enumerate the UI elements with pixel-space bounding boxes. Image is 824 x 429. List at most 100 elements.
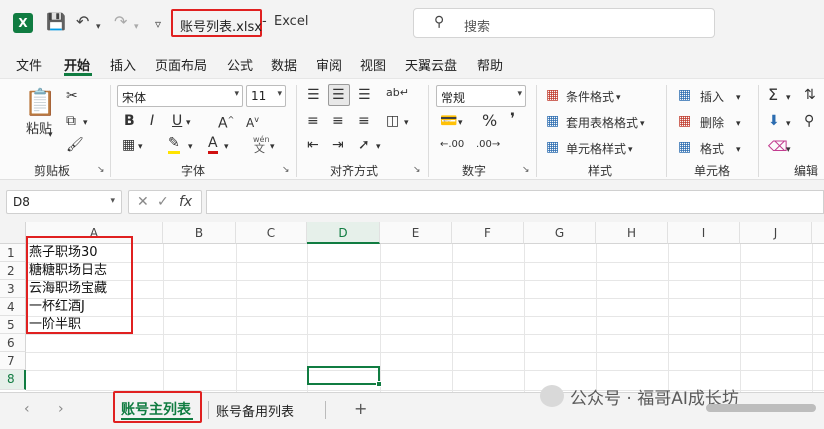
tab-file[interactable]: 文件 [16, 55, 42, 74]
italic-icon[interactable]: I [150, 113, 154, 129]
prev-sheet-icon[interactable]: ‹ [24, 401, 30, 417]
alignment-launcher-icon[interactable]: ↘ [413, 165, 421, 175]
tab-review[interactable]: 审阅 [316, 55, 342, 74]
cell-styles-button[interactable]: 单元格样式 [566, 141, 626, 157]
customize-toolbar-icon[interactable]: ▿ [155, 14, 161, 34]
undo-icon[interactable]: ↶ [76, 12, 89, 32]
conditional-format-icon[interactable]: ▦ [546, 87, 559, 103]
search-box[interactable]: ⚲ 搜索 [413, 8, 715, 38]
formula-input[interactable] [206, 190, 824, 214]
table-format-button[interactable]: 套用表格格式 [566, 115, 638, 131]
format-cells-icon[interactable]: ▦ [678, 139, 691, 155]
cut-icon[interactable]: ✂ [66, 88, 78, 104]
insert-cells-button[interactable]: 插入 [700, 89, 724, 105]
insert-function-icon[interactable]: fx [179, 194, 192, 210]
delete-cells-icon[interactable]: ▦ [678, 113, 691, 129]
sort-filter-icon[interactable]: ⇅ [804, 87, 816, 103]
align-top-icon[interactable]: ☰ [307, 87, 320, 103]
percent-style-icon[interactable]: % [482, 113, 497, 129]
cancel-icon[interactable]: ✕ [137, 194, 149, 210]
redo-dropdown-icon[interactable]: ▾ [134, 17, 139, 37]
clipboard-launcher-icon[interactable]: ↘ [97, 165, 105, 175]
decrease-font-icon[interactable]: Av [246, 112, 259, 131]
select-all-corner[interactable] [0, 222, 26, 244]
font-launcher-icon[interactable]: ↘ [282, 165, 290, 175]
horizontal-scrollbar[interactable] [706, 404, 816, 412]
paste-dropdown-icon[interactable]: ▾ [48, 127, 53, 143]
font-size-select[interactable]: 11 ▾ [246, 85, 286, 107]
tab-home[interactable]: 开始 [64, 55, 90, 74]
column-header-d[interactable]: D [307, 222, 380, 244]
font-color-dropdown-icon[interactable]: ▾ [224, 139, 229, 155]
underline-dropdown-icon[interactable]: ▾ [186, 115, 191, 131]
clear-dropdown-icon[interactable]: ▾ [786, 142, 791, 158]
merge-center-icon[interactable]: ◫ [386, 113, 399, 129]
copy-dropdown-icon[interactable]: ▾ [83, 115, 88, 131]
align-center-icon[interactable]: ≡ [332, 113, 344, 129]
row-header-3[interactable]: 3 [0, 280, 26, 298]
align-middle-icon[interactable]: ☰ [332, 87, 345, 103]
paste-icon[interactable]: 📋 [24, 89, 56, 117]
row-header-5[interactable]: 5 [0, 316, 26, 334]
column-header-k[interactable] [812, 222, 824, 244]
align-bottom-icon[interactable]: ☰ [358, 87, 371, 103]
column-header-b[interactable]: B [163, 222, 236, 244]
align-right-icon[interactable]: ≡ [358, 113, 370, 129]
chevron-down-icon[interactable]: ▾ [628, 142, 633, 158]
increase-font-icon[interactable]: A^ [218, 112, 234, 132]
increase-decimal-icon[interactable]: ←.00 [440, 137, 464, 153]
insert-cells-icon[interactable]: ▦ [678, 87, 691, 103]
format-cells-button[interactable]: 格式 [700, 141, 724, 157]
enter-icon[interactable]: ✓ [157, 194, 169, 210]
save-icon[interactable]: 💾 [46, 12, 66, 32]
underline-icon[interactable]: U [172, 113, 182, 129]
selected-cell-d8[interactable] [307, 366, 382, 387]
merge-dropdown-icon[interactable]: ▾ [404, 115, 409, 131]
add-sheet-button[interactable]: + [354, 399, 367, 418]
name-box[interactable]: D8 ▾ [6, 190, 122, 214]
next-sheet-icon[interactable]: › [58, 401, 64, 417]
chevron-down-icon[interactable]: ▾ [640, 116, 645, 132]
find-select-icon[interactable]: ⚲ [804, 113, 814, 129]
borders-icon[interactable]: ▦ [122, 137, 135, 153]
copy-icon[interactable]: ⧉ [66, 113, 76, 129]
borders-dropdown-icon[interactable]: ▾ [138, 139, 143, 155]
sheet-tab-main[interactable]: 账号主列表 [121, 399, 191, 419]
table-format-icon[interactable]: ▦ [546, 113, 559, 129]
number-format-select[interactable]: 常规 ▾ [436, 85, 526, 107]
chevron-down-icon[interactable]: ▾ [736, 142, 741, 158]
redo-icon[interactable]: ↷ [114, 12, 127, 32]
cell-styles-icon[interactable]: ▦ [546, 139, 559, 155]
chevron-down-icon[interactable]: ▾ [736, 116, 741, 132]
fill-color-icon[interactable]: ✎ [168, 135, 180, 154]
wrap-text-icon[interactable]: ab↵ [386, 85, 409, 101]
phonetic-guide-char[interactable]: 文 [254, 141, 265, 157]
column-header-e[interactable]: E [380, 222, 452, 244]
chevron-down-icon[interactable]: ▾ [616, 90, 621, 106]
font-color-icon[interactable]: A [208, 135, 218, 154]
sheet-tab-backup[interactable]: 账号备用列表 [216, 401, 294, 420]
tab-tianyi-cloud[interactable]: 天翼云盘 [405, 55, 457, 74]
row-header-8[interactable]: 8 [0, 370, 26, 390]
row-header-4[interactable]: 4 [0, 298, 26, 316]
tab-insert[interactable]: 插入 [110, 55, 136, 74]
align-left-icon[interactable]: ≡ [307, 113, 319, 129]
chevron-down-icon[interactable]: ▾ [736, 90, 741, 106]
number-launcher-icon[interactable]: ↘ [522, 165, 530, 175]
column-header-h[interactable]: H [596, 222, 668, 244]
comma-style-icon[interactable]: ❜ [510, 111, 515, 127]
bold-icon[interactable]: B [124, 113, 135, 129]
column-header-g[interactable]: G [524, 222, 596, 244]
font-name-select[interactable]: 宋体 ▾ [117, 85, 243, 107]
orientation-dropdown-icon[interactable]: ▾ [376, 139, 381, 155]
tab-help[interactable]: 帮助 [477, 55, 503, 74]
column-header-i[interactable]: I [668, 222, 740, 244]
tab-formulas[interactable]: 公式 [227, 55, 253, 74]
clear-icon[interactable]: ⌫ [768, 139, 788, 155]
tab-view[interactable]: 视图 [360, 55, 386, 74]
autosum-icon[interactable]: Σ [768, 87, 778, 103]
column-header-j[interactable]: J [740, 222, 812, 244]
tab-page-layout[interactable]: 页面布局 [155, 55, 207, 74]
fill-dropdown-icon[interactable]: ▾ [786, 116, 791, 132]
column-header-c[interactable]: C [236, 222, 307, 244]
